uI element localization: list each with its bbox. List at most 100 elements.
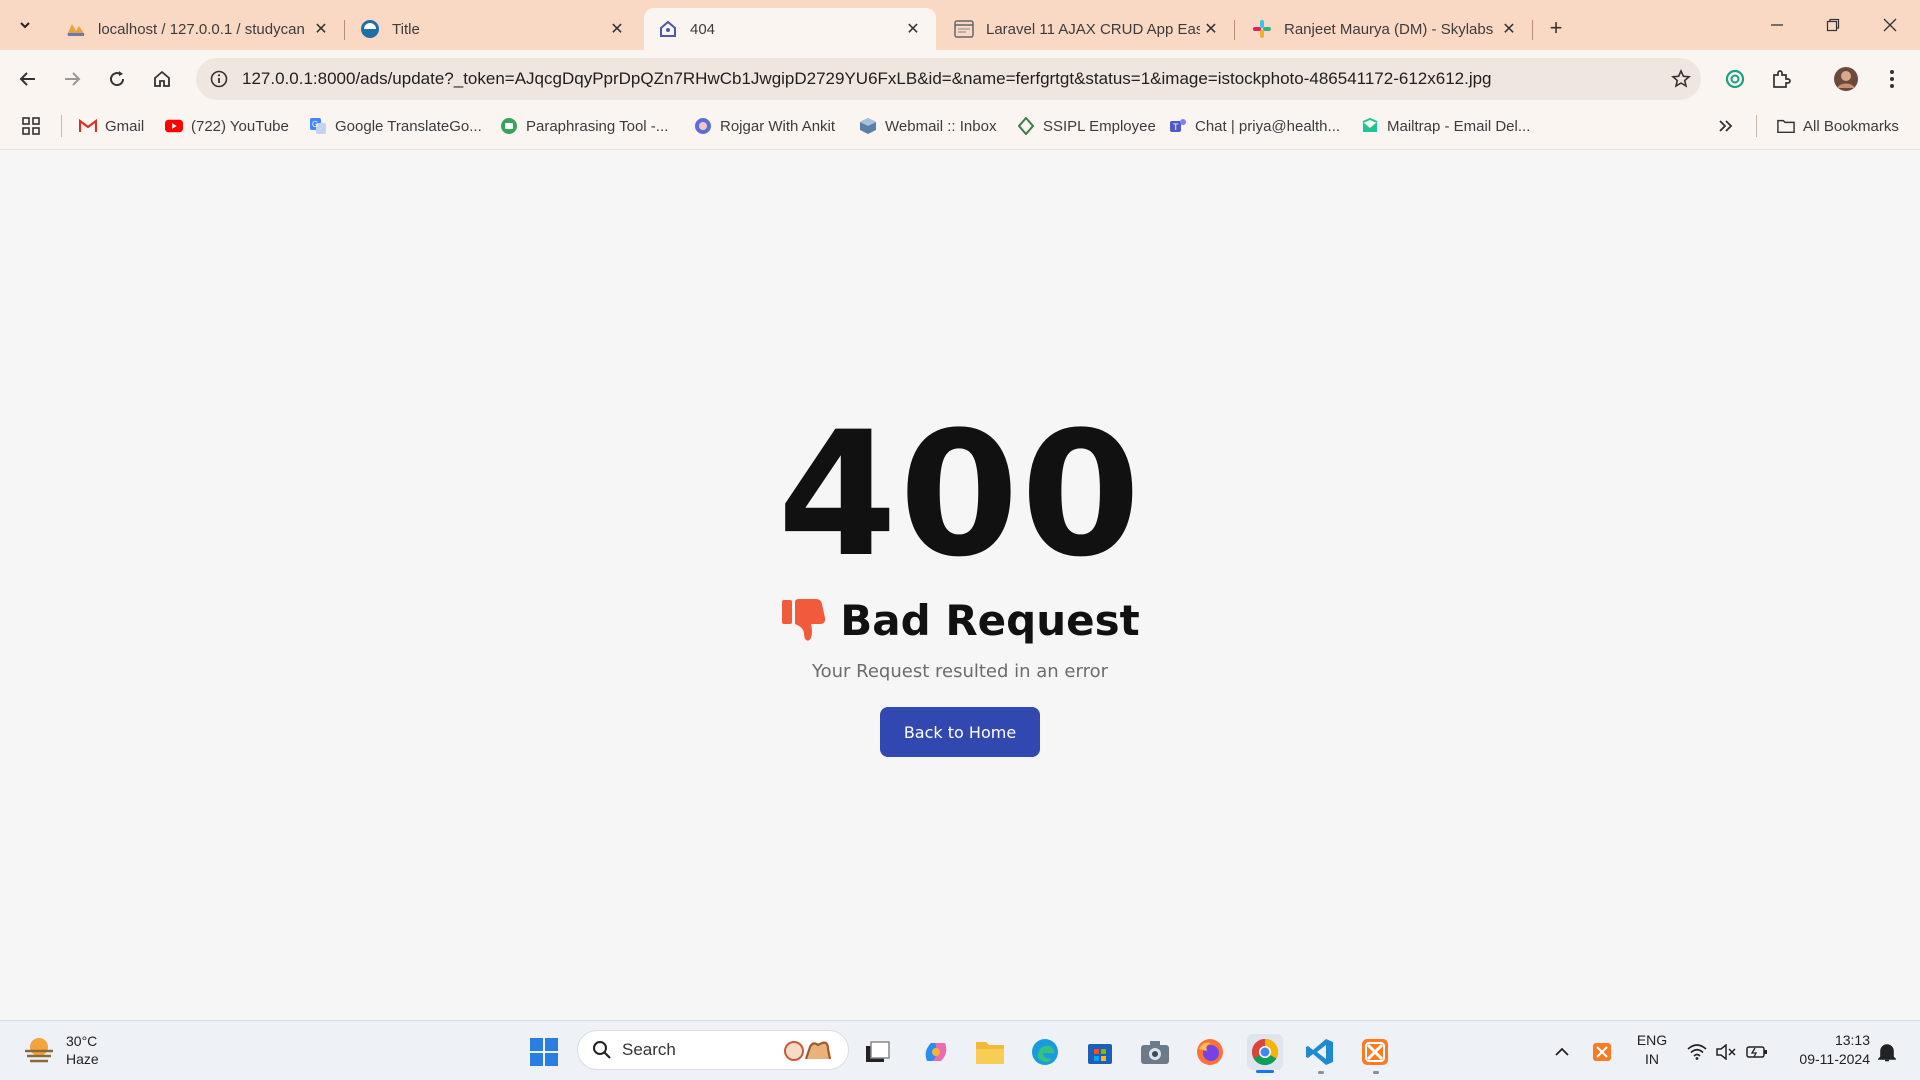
profile-avatar[interactable] <box>1830 63 1862 95</box>
close-window-button[interactable] <box>1862 0 1918 50</box>
home-button[interactable] <box>146 63 178 95</box>
bookmark-google-translate[interactable]: G Google TranslateGo... <box>309 114 482 138</box>
new-tab-button[interactable]: + <box>1540 12 1572 44</box>
bookmark-mailtrap[interactable]: Mailtrap - Email Del... <box>1361 114 1530 138</box>
battery-icon[interactable] <box>1744 1034 1770 1070</box>
tab-title: Ranjeet Maurya (DM) - Skylabs <box>1284 20 1494 38</box>
weather-temperature: 30°C <box>66 1033 98 1049</box>
chrome-icon <box>1251 1038 1279 1066</box>
clock-time: 13:13 <box>1834 1032 1870 1048</box>
site-info-icon[interactable] <box>202 58 236 100</box>
edge-button[interactable] <box>1027 1034 1063 1070</box>
address-bar[interactable]: 127.0.0.1:8000/ads/update?_token=AJqcgDq… <box>196 58 1701 100</box>
tab-title-page[interactable]: Title ✕ <box>346 8 640 50</box>
close-tab-icon[interactable]: ✕ <box>606 18 628 40</box>
double-chevron-right-icon <box>1719 120 1733 132</box>
taskbar-search[interactable]: Search <box>577 1030 849 1070</box>
more-vertical-icon <box>1890 70 1894 88</box>
browser-menu-button[interactable] <box>1876 63 1908 95</box>
thumbs-down-icon <box>782 599 826 641</box>
file-explorer-button[interactable] <box>972 1034 1008 1070</box>
bookmark-rojgar-with-ankit[interactable]: Rojgar With Ankit <box>694 114 835 138</box>
haze-weather-icon <box>25 1038 53 1063</box>
xampp-tray-icon[interactable] <box>1588 1034 1616 1070</box>
language-code: ENG <box>1636 1032 1668 1048</box>
search-highlight-icon <box>784 1041 832 1061</box>
bookmark-label: Google TranslateGo... <box>335 117 482 135</box>
error-heading: Bad Request <box>0 590 1920 650</box>
camera-button[interactable] <box>1137 1034 1173 1070</box>
svg-text:G: G <box>312 120 318 129</box>
tab-search-button[interactable] <box>10 10 40 40</box>
bookmark-webmail[interactable]: Webmail :: Inbox <box>859 114 996 138</box>
url-text[interactable]: 127.0.0.1:8000/ads/update?_token=AJqcgDq… <box>242 69 1661 89</box>
start-button[interactable] <box>526 1034 562 1070</box>
home-icon <box>154 70 170 87</box>
home-icon <box>658 19 678 39</box>
wordpress-icon <box>360 19 380 39</box>
all-bookmarks-button[interactable]: All Bookmarks <box>1777 114 1899 138</box>
input-language-indicator[interactable]: ENG IN <box>1632 1031 1672 1069</box>
back-to-home-button[interactable]: Back to Home <box>880 707 1040 757</box>
bookmark-star-icon[interactable] <box>1661 58 1701 100</box>
chevron-up-icon <box>1555 1047 1569 1056</box>
clock-date: 09-11-2024 <box>1799 1051 1870 1067</box>
restore-button[interactable] <box>1805 0 1861 50</box>
close-tab-icon[interactable]: ✕ <box>902 18 924 40</box>
tab-title: Title <box>392 20 420 38</box>
apps-button[interactable] <box>21 114 41 138</box>
close-tab-icon[interactable]: ✕ <box>1200 18 1222 40</box>
show-hidden-icons-button[interactable] <box>1548 1034 1576 1070</box>
vscode-icon <box>1306 1039 1333 1065</box>
edge-icon <box>1032 1039 1058 1065</box>
close-tab-icon[interactable]: ✕ <box>1498 18 1520 40</box>
bookmark-teams-chat[interactable]: T Chat | priya@health... <box>1169 114 1340 138</box>
extensions-icon[interactable] <box>1765 63 1797 95</box>
chatgpt-extension-icon[interactable] <box>1719 63 1751 95</box>
minimize-button[interactable] <box>1749 0 1805 50</box>
bookmark-ssipl-employee[interactable]: SSIPL Employee <box>1017 114 1156 138</box>
search-icon <box>593 1041 611 1059</box>
microsoft-store-button[interactable] <box>1082 1034 1118 1070</box>
tab-404[interactable]: 404 ✕ <box>644 8 936 50</box>
close-tab-icon[interactable]: ✕ <box>310 18 332 40</box>
tab-laravel[interactable]: Laravel 11 AJAX CRUD App Easy ✕ <box>940 8 1235 50</box>
bookmark-gmail[interactable]: Gmail <box>79 114 144 138</box>
reload-button[interactable] <box>101 63 133 95</box>
vscode-button[interactable] <box>1302 1034 1338 1070</box>
bookmark-youtube[interactable]: (722) YouTube <box>165 114 289 138</box>
wifi-icon[interactable] <box>1684 1034 1710 1070</box>
weather-description: Haze <box>66 1051 99 1067</box>
xampp-button[interactable] <box>1357 1034 1393 1070</box>
chrome-button[interactable] <box>1247 1034 1283 1070</box>
youtube-icon <box>165 117 183 135</box>
task-view-button[interactable] <box>860 1034 896 1070</box>
bookmark-label: Webmail :: Inbox <box>885 117 997 135</box>
page-icon <box>954 19 974 39</box>
bookmark-label: (722) YouTube <box>191 117 289 135</box>
bookmark-label: SSIPL Employee <box>1043 117 1156 135</box>
firefox-icon <box>1197 1039 1223 1065</box>
forward-button[interactable] <box>56 63 88 95</box>
tab-slack[interactable]: Ranjeet Maurya (DM) - Skylabs ✕ <box>1238 8 1533 50</box>
copilot-button[interactable] <box>918 1034 954 1070</box>
more-bookmarks-button[interactable] <box>1718 114 1734 138</box>
notifications-button[interactable] <box>1874 1034 1900 1070</box>
mailtrap-icon <box>1361 117 1379 135</box>
bookmark-paraphrasing-tool[interactable]: Paraphrasing Tool -... <box>500 114 668 138</box>
folder-icon <box>1777 117 1795 135</box>
bell-icon <box>1878 1044 1896 1062</box>
error-code: 400 <box>777 394 1143 595</box>
error-title: Bad Request <box>840 595 1140 645</box>
bookmark-label: All Bookmarks <box>1803 117 1899 135</box>
ssipl-icon <box>1017 117 1035 135</box>
tab-phpmyadmin[interactable]: localhost / 127.0.0.1 / studycan ✕ <box>52 8 345 50</box>
windows-logo-icon <box>530 1038 558 1066</box>
minimize-icon <box>1771 24 1783 26</box>
copilot-icon <box>925 1043 947 1061</box>
volume-muted-icon[interactable] <box>1713 1034 1739 1070</box>
system-clock[interactable]: 13:13 09-11-2024 <box>1780 1031 1870 1069</box>
back-button[interactable] <box>12 63 44 95</box>
weather-widget[interactable]: 30°C Haze <box>22 1028 99 1072</box>
firefox-button[interactable] <box>1192 1034 1228 1070</box>
